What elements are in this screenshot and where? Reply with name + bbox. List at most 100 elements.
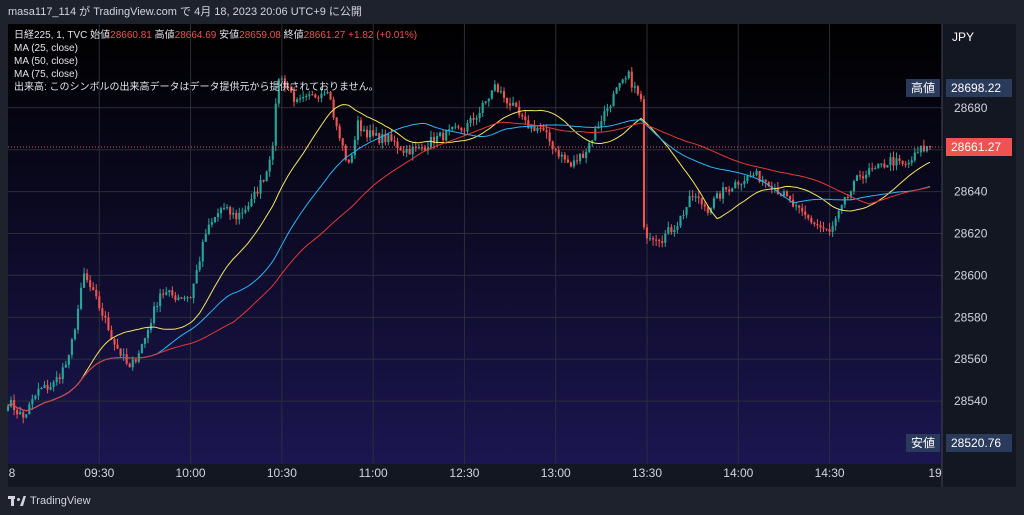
candle-body <box>156 306 159 308</box>
x-tick-label: 14:30 <box>815 466 845 480</box>
candle-body <box>451 126 454 130</box>
candle-body <box>600 121 603 127</box>
y-tick-label: 28640 <box>954 185 988 199</box>
candle-body <box>6 406 10 411</box>
candle-body <box>52 382 55 387</box>
candle-body <box>542 128 545 131</box>
candle-body <box>572 160 576 167</box>
candle-body <box>152 306 156 324</box>
candle-body <box>445 130 448 141</box>
candle-body <box>347 159 350 163</box>
candle-body <box>579 153 582 162</box>
ma25-label[interactable]: MA (25, close) <box>14 42 417 55</box>
candle-body <box>399 147 402 151</box>
candle-body <box>807 215 810 219</box>
candle-body <box>822 227 825 229</box>
candle-body <box>512 102 515 106</box>
candle-body <box>365 129 369 138</box>
candle-body <box>712 198 716 208</box>
candle-body <box>865 174 868 179</box>
candle-body <box>782 191 786 196</box>
low-label: 安値 <box>219 30 240 41</box>
candle-body <box>588 142 591 152</box>
candle-body <box>149 323 153 330</box>
candle-body <box>612 93 615 107</box>
candle-body <box>673 229 676 233</box>
candle-body <box>892 157 895 166</box>
candle-body <box>104 315 107 318</box>
candle-body <box>509 103 512 106</box>
footer: TradingView <box>0 487 1024 515</box>
candle-body <box>207 224 210 234</box>
candle-body <box>880 163 883 165</box>
ma75-label[interactable]: MA (75, close) <box>14 68 417 81</box>
candle-body <box>874 168 877 170</box>
candle-body <box>682 214 685 216</box>
candle-body <box>594 128 597 141</box>
open-value: 28660.81 <box>110 30 152 41</box>
candle-body <box>472 118 475 120</box>
x-tick-label: 8 <box>9 466 16 480</box>
x-tick-label: 10:30 <box>267 466 297 480</box>
candle-body <box>89 280 92 288</box>
candle-body <box>95 289 98 297</box>
y-tick-label: 28540 <box>954 394 988 408</box>
close-value: 28661.27 <box>303 30 346 41</box>
candle-body <box>387 134 390 143</box>
candle-body <box>585 151 588 159</box>
candle-body <box>524 116 527 121</box>
candle-body <box>350 155 353 163</box>
candle-body <box>86 273 89 281</box>
candle-body <box>725 187 728 190</box>
candle-body <box>299 98 302 100</box>
candle-body <box>174 295 177 300</box>
high-tag-value: 28698.22 <box>946 79 1012 97</box>
candle-body <box>816 224 819 226</box>
candle-body <box>253 191 256 200</box>
candle-body <box>338 126 341 139</box>
candle-body <box>566 159 569 163</box>
candle-body <box>259 179 262 194</box>
candle-body <box>834 218 837 226</box>
candle-body <box>369 130 372 138</box>
candle-body <box>311 94 314 96</box>
candle-body <box>825 228 828 230</box>
candle-body <box>469 118 472 124</box>
candle-body <box>165 292 168 295</box>
candle-body <box>305 95 308 98</box>
candle-body <box>177 297 180 300</box>
candle-body <box>819 225 822 228</box>
candle-body <box>645 227 649 239</box>
candle-body <box>186 297 189 299</box>
candle-body <box>76 308 80 330</box>
candle-body <box>162 293 165 295</box>
currency-label[interactable]: JPY <box>952 30 974 44</box>
candle-body <box>907 162 910 165</box>
candle-body <box>31 398 34 405</box>
candle-body <box>79 287 83 309</box>
candle-body <box>877 163 880 169</box>
candle-body <box>250 199 253 207</box>
candle-body <box>201 241 204 262</box>
candle-body <box>740 184 743 186</box>
candle-body <box>685 207 688 215</box>
candle-body <box>402 150 405 153</box>
candle-body <box>904 163 907 165</box>
candle-body <box>621 79 624 84</box>
candle-body <box>624 78 627 80</box>
candle-body <box>715 193 719 199</box>
candle-body <box>639 94 642 100</box>
candle-body <box>846 196 849 198</box>
tradingview-logo[interactable]: TradingView <box>8 495 91 507</box>
candle-body <box>119 348 122 356</box>
candle-body <box>490 90 493 99</box>
symbol-label[interactable]: 日経225, 1, TVC <box>14 30 87 41</box>
y-tick-label: 28560 <box>954 352 988 366</box>
candle-body <box>140 343 143 354</box>
high-value: 28664.69 <box>174 30 217 41</box>
candle-body <box>22 412 25 418</box>
candle-body <box>219 208 223 214</box>
ma50-label[interactable]: MA (50, close) <box>14 55 417 68</box>
x-tick-label: 09:30 <box>84 466 114 480</box>
candle-body <box>813 222 816 225</box>
